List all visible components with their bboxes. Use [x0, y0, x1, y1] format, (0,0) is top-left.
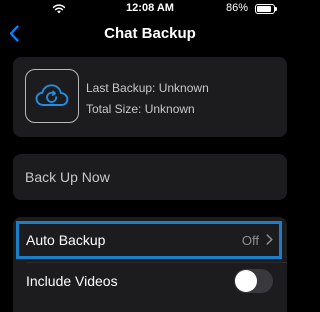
include-videos-toggle[interactable]: [234, 269, 273, 293]
include-videos-row: Include Videos: [13, 262, 287, 300]
back-up-now-label: Back Up Now: [25, 169, 110, 185]
auto-backup-value: Off: [241, 233, 259, 248]
battery-fill: [257, 6, 271, 12]
page-title: Chat Backup: [104, 25, 196, 42]
backup-info-card: Last Backup: Unknown Total Size: Unknown: [13, 57, 287, 137]
battery-percent: 86%: [225, 2, 248, 14]
chevron-right-icon: [266, 234, 273, 245]
toggle-knob: [235, 270, 257, 292]
status-bar: 12:08 AM 86%: [0, 0, 300, 18]
battery-icon: [255, 4, 277, 14]
last-backup-text: Last Backup: Unknown: [86, 81, 209, 95]
total-size-text: Total Size: Unknown: [86, 102, 195, 116]
auto-backup-label: Auto Backup: [26, 232, 106, 248]
back-up-now-button[interactable]: Back Up Now: [13, 154, 287, 200]
backup-settings-card: Auto Backup Off Include Videos: [13, 217, 287, 312]
nav-bar: Chat Backup: [0, 18, 300, 48]
auto-backup-row[interactable]: Auto Backup Off: [13, 221, 287, 259]
battery-nub: [275, 7, 277, 11]
include-videos-label: Include Videos: [26, 273, 118, 289]
cloud-refresh-icon: [25, 69, 79, 123]
